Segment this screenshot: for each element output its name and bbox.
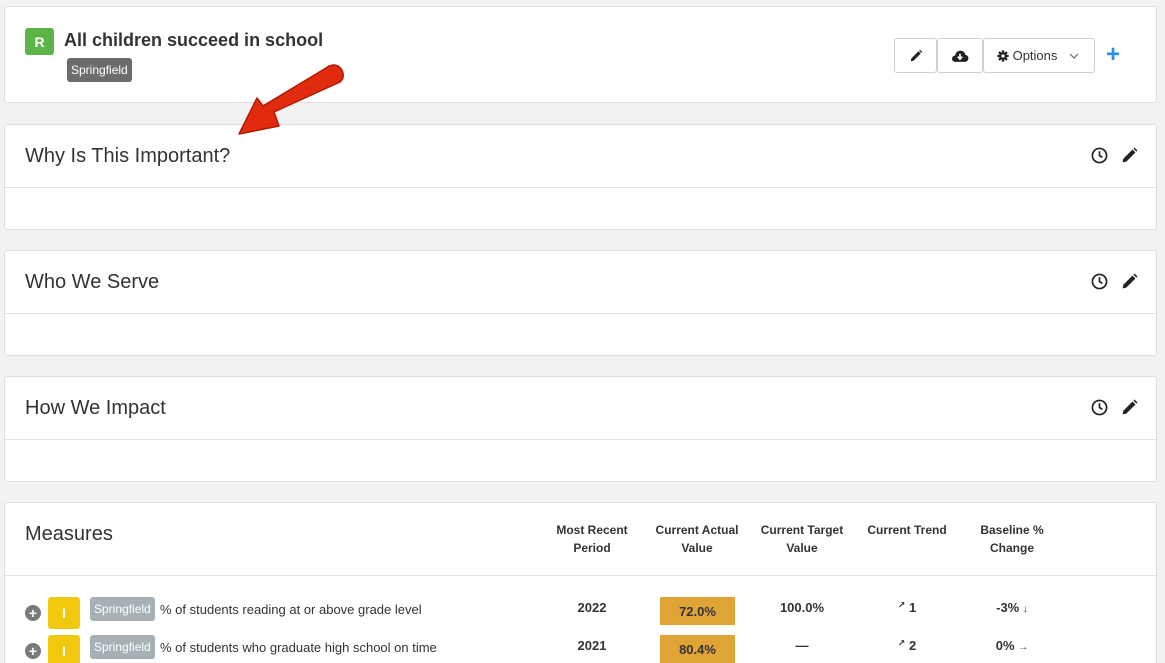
chevron-down-icon: [1069, 53, 1079, 59]
edit-button[interactable]: [894, 38, 937, 73]
plus-circle-icon[interactable]: +: [25, 605, 41, 621]
section-divider: [5, 439, 1156, 440]
col-current-actual-value[interactable]: Current Actual Value: [653, 521, 741, 557]
col-label-line: Value: [681, 541, 713, 555]
trend-value: 2: [908, 638, 917, 653]
col-most-recent-period[interactable]: Most Recent Period: [553, 521, 631, 557]
measure-actual: 80.4%: [660, 635, 735, 663]
trend-up-icon: ↗: [897, 600, 906, 610]
col-label-line: Current Actual: [655, 523, 739, 537]
measures-section: Measures Most Recent Period Current Actu…: [4, 502, 1157, 663]
measure-trend: ↗ 1: [877, 600, 937, 615]
section-title: Why Is This Important?: [25, 145, 231, 167]
measure-target: 100.0%: [779, 600, 825, 615]
measure-name[interactable]: % of students reading at or above grade …: [160, 602, 422, 617]
header-card: R All children succeed in school Springf…: [4, 6, 1157, 103]
col-current-target-value[interactable]: Current Target Value: [757, 521, 847, 557]
indicator-badge: I: [48, 597, 80, 629]
location-tag[interactable]: Springfield: [90, 597, 155, 621]
clock-icon[interactable]: [1089, 271, 1109, 291]
indicator-badge: I: [48, 635, 80, 663]
annotation-arrow-icon: [238, 64, 344, 135]
page-title: All children succeed in school: [64, 30, 324, 50]
pencil-icon: [910, 49, 922, 61]
col-label-line: Most Recent: [556, 523, 628, 537]
location-tag[interactable]: Springfield: [90, 635, 155, 659]
why-important-section: Why Is This Important?: [4, 124, 1157, 230]
section-divider: [5, 187, 1156, 188]
location-tag[interactable]: Springfield: [67, 58, 132, 82]
change-value: -3%: [996, 600, 1020, 615]
col-current-trend[interactable]: Current Trend: [865, 521, 949, 539]
col-label-line: Current Target: [760, 523, 844, 537]
how-we-impact-section: How We Impact: [4, 376, 1157, 482]
measure-target: —: [795, 638, 809, 653]
options-label: Options: [1012, 48, 1058, 63]
clock-icon[interactable]: [1089, 145, 1109, 165]
measures-divider: [5, 575, 1156, 576]
measure-period: 2022: [577, 600, 607, 615]
section-title: Who We Serve: [25, 271, 160, 293]
trend-up-icon: ↗: [897, 638, 906, 648]
plus-circle-icon[interactable]: +: [25, 643, 41, 659]
measure-name[interactable]: % of students who graduate high school o…: [160, 640, 437, 655]
pencil-icon[interactable]: [1119, 145, 1139, 165]
section-divider: [5, 313, 1156, 314]
measure-change: -3% ↓: [977, 600, 1047, 615]
measure-period: 2021: [577, 638, 607, 653]
status-badge: R: [25, 28, 54, 55]
section-title: How We Impact: [25, 397, 166, 419]
add-button[interactable]: +: [1106, 40, 1120, 70]
arrow-right-icon: →: [1018, 642, 1029, 653]
measure-change: 0% →: [977, 638, 1047, 653]
col-label-line: Period: [573, 541, 611, 555]
table-row[interactable]: + I Springfield % of students reading at…: [5, 593, 1156, 629]
col-baseline-change[interactable]: Baseline % Change: [957, 521, 1067, 557]
pencil-icon[interactable]: [1119, 397, 1139, 417]
table-row[interactable]: + I Springfield % of students who gradua…: [5, 631, 1156, 663]
gear-icon: [996, 49, 1009, 62]
arrow-down-icon: ↓: [1022, 604, 1028, 615]
measures-title: Measures: [25, 523, 113, 545]
trend-value: 1: [908, 600, 917, 615]
col-label-line: Value: [786, 541, 818, 555]
download-button[interactable]: [937, 38, 983, 73]
pencil-icon[interactable]: [1119, 271, 1139, 291]
measure-actual: 72.0%: [660, 597, 735, 625]
change-value: 0%: [995, 638, 1015, 653]
cloud-download-icon: [952, 50, 969, 62]
who-we-serve-section: Who We Serve: [4, 250, 1157, 356]
options-dropdown[interactable]: Options: [983, 38, 1095, 73]
clock-icon[interactable]: [1089, 397, 1109, 417]
measure-trend: ↗ 2: [877, 638, 937, 653]
